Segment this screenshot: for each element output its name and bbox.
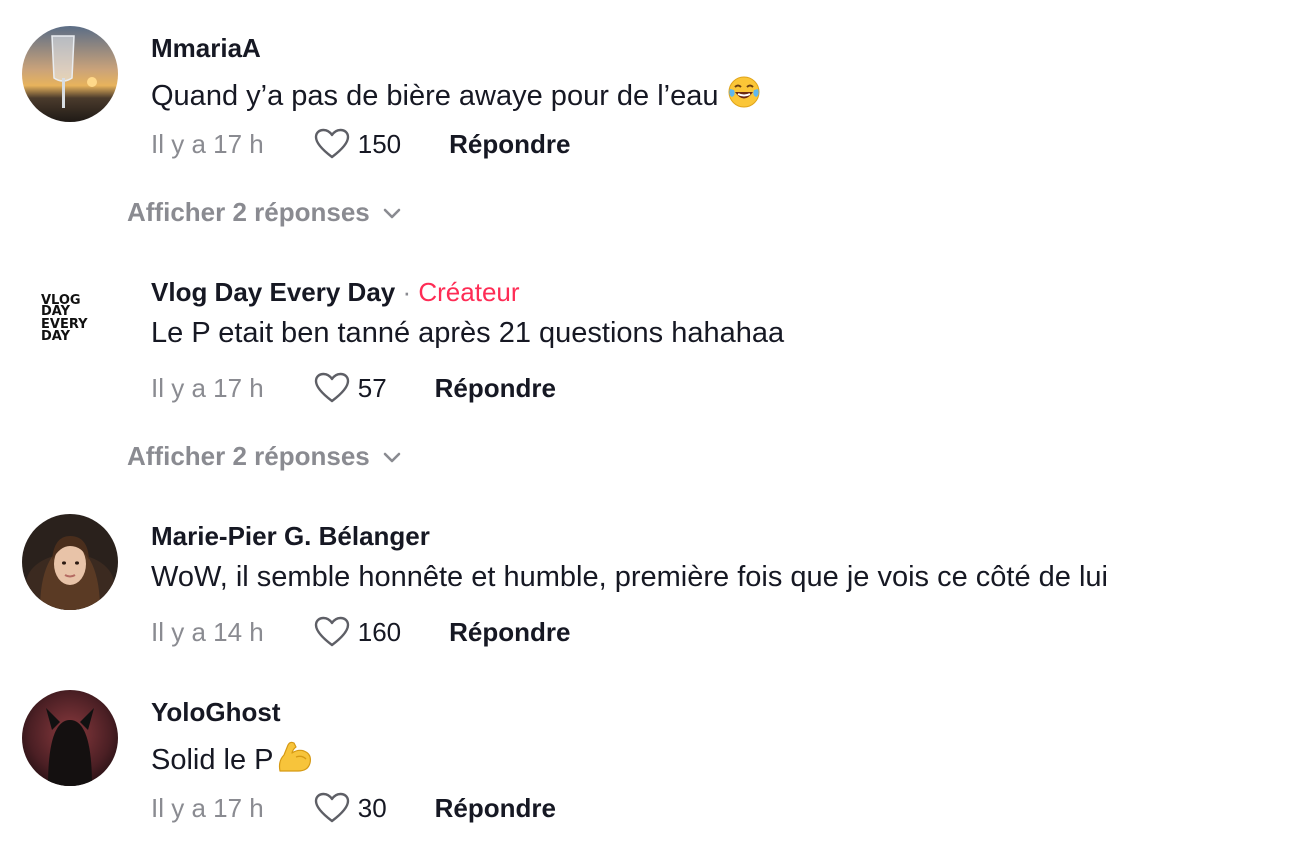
comment-text: WoW, il semble honnête et humble, premiè… <box>151 561 1108 593</box>
heart-outline-icon <box>314 128 349 159</box>
comment-time: Il y a 17 h <box>151 792 264 823</box>
comment-username[interactable]: Marie-Pier G. Bélanger <box>151 523 430 549</box>
avatar[interactable] <box>22 690 118 786</box>
comment-meta: Il y a 17 h 30 Répondre <box>151 790 556 826</box>
comment-username-link[interactable]: Vlog Day Every Day <box>151 277 395 307</box>
reply-button[interactable]: Répondre <box>435 373 556 404</box>
view-replies-label: Afficher 2 réponses <box>127 441 370 471</box>
comment-text-body: Solid le P <box>151 744 274 776</box>
comment-time: Il y a 17 h <box>151 128 264 159</box>
comment-time: Il y a 14 h <box>151 616 264 647</box>
comment-text-body: Quand y’a pas de bière awaye pour de l’e… <box>151 80 719 112</box>
chevron-down-icon <box>383 208 401 218</box>
heart-outline-icon <box>314 372 349 403</box>
comment-meta: Il y a 17 h 57 Répondre <box>151 370 556 406</box>
avatar[interactable] <box>22 26 118 122</box>
like-count: 30 <box>357 792 387 823</box>
like-button[interactable]: 160 <box>314 616 401 648</box>
heart-outline-icon <box>314 792 349 823</box>
laughing-crying-emoji <box>727 75 761 115</box>
comment-username[interactable]: MmariaA <box>151 35 261 61</box>
creator-separator: · <box>402 277 412 307</box>
comment-text: Le P etait ben tanné après 21 questions … <box>151 317 785 349</box>
like-count: 57 <box>357 372 387 403</box>
like-button[interactable]: 57 <box>314 372 387 404</box>
view-replies-label: Afficher 2 réponses <box>127 197 370 227</box>
reply-button[interactable]: Répondre <box>449 129 570 160</box>
creator-badge: Créateur <box>418 277 520 307</box>
view-replies-button[interactable]: Afficher 2 réponses <box>127 197 402 228</box>
avatar[interactable] <box>22 514 118 610</box>
chevron-down-icon <box>383 452 401 462</box>
like-button[interactable]: 150 <box>314 128 401 160</box>
heart-outline-icon <box>314 616 349 647</box>
avatar[interactable]: VLOG DAY EVERY DAY <box>22 270 118 366</box>
comment-username: Vlog Day Every Day · Créateur <box>151 279 520 305</box>
comment-meta: Il y a 17 h 150 Répondre <box>151 126 570 162</box>
flexed-biceps-emoji <box>276 739 314 779</box>
reply-button[interactable]: Répondre <box>435 793 556 824</box>
comment-username[interactable]: YoloGhost <box>151 699 281 725</box>
avatar-logo-line: DAY <box>41 329 71 344</box>
like-button[interactable]: 30 <box>314 792 387 824</box>
like-count: 160 <box>357 616 402 647</box>
comment-meta: Il y a 14 h 160 Répondre <box>151 614 570 650</box>
like-count: 150 <box>357 128 402 159</box>
reply-button[interactable]: Répondre <box>449 617 570 648</box>
comment-text: Solid le P <box>151 739 314 779</box>
view-replies-button[interactable]: Afficher 2 réponses <box>127 441 402 472</box>
comment-text: Quand y’a pas de bière awaye pour de l’e… <box>151 75 761 115</box>
comment-time: Il y a 17 h <box>151 372 264 403</box>
